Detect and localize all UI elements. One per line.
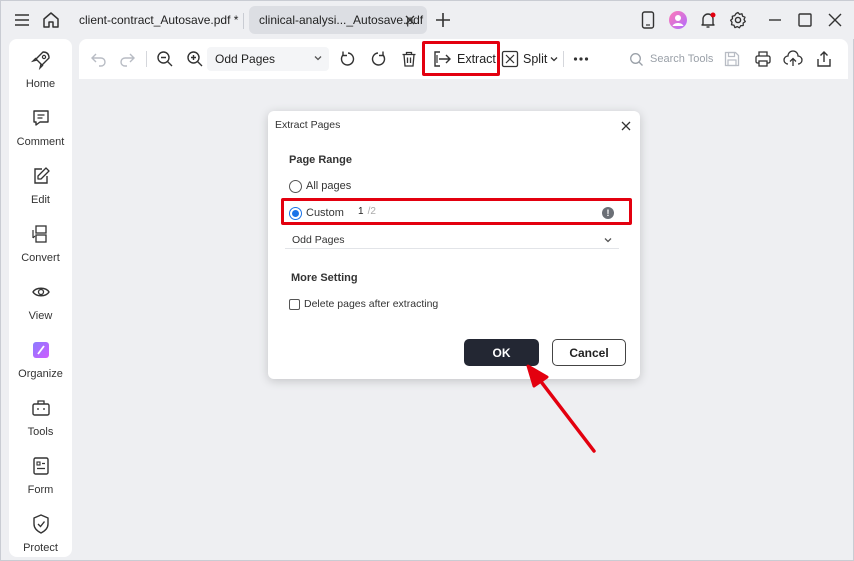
rotate-left-icon[interactable] bbox=[338, 49, 358, 69]
page-total: /2 bbox=[367, 206, 376, 217]
delete-after-extract-checkbox[interactable]: Delete pages after extracting bbox=[289, 298, 438, 310]
extract-pages-dialog: Extract Pages Page Range All pages Custo… bbox=[268, 111, 640, 379]
avatar[interactable] bbox=[668, 10, 688, 30]
rocket-icon bbox=[30, 51, 50, 71]
custom-range-input[interactable]: 1/2 bbox=[358, 206, 620, 220]
radio-button[interactable] bbox=[289, 206, 302, 220]
dialog-title: Extract Pages bbox=[275, 119, 341, 131]
sidebar-item-view[interactable]: View bbox=[9, 279, 72, 331]
custom-radio[interactable]: Custom bbox=[289, 205, 344, 221]
share-icon[interactable] bbox=[814, 49, 834, 69]
custom-label: Custom bbox=[306, 207, 344, 219]
toolbar-divider bbox=[146, 51, 147, 67]
sidebar-item-organize[interactable]: Organize bbox=[9, 337, 72, 389]
eye-icon bbox=[31, 287, 50, 297]
close-icon[interactable] bbox=[403, 13, 417, 27]
sidebar-item-convert[interactable]: Convert bbox=[9, 221, 72, 273]
toolbar-divider bbox=[563, 51, 564, 67]
search-tools-placeholder: Search Tools bbox=[650, 53, 714, 65]
close-window-icon[interactable] bbox=[825, 10, 845, 30]
page-subset-value: Odd Pages bbox=[215, 52, 276, 66]
toolbar: Odd Pages Extract Split Search Tools bbox=[79, 39, 848, 79]
custom-range-value: 1 bbox=[358, 206, 364, 217]
all-pages-label: All pages bbox=[306, 180, 352, 192]
organize-icon bbox=[32, 342, 49, 358]
tab-clinical-analysis[interactable]: clinical-analysi..._Autosave.pdf bbox=[249, 6, 427, 34]
convert-icon bbox=[31, 225, 47, 243]
left-sidebar: Home Comment Edit Convert View Organize … bbox=[9, 39, 72, 557]
cancel-button[interactable]: Cancel bbox=[552, 339, 626, 366]
print-icon[interactable] bbox=[753, 49, 773, 69]
sidebar-item-label: Protect bbox=[23, 542, 58, 554]
sidebar-item-label: Organize bbox=[18, 368, 63, 380]
chevron-down-icon bbox=[604, 238, 612, 243]
page-subset-select[interactable]: Odd Pages bbox=[207, 47, 329, 71]
tab-label: client-contract_Autosave.pdf * bbox=[79, 13, 239, 27]
new-tab-icon[interactable] bbox=[433, 10, 453, 30]
chevron-down-icon bbox=[550, 57, 558, 62]
save-icon[interactable] bbox=[722, 49, 742, 69]
home-icon[interactable] bbox=[41, 10, 61, 30]
sidebar-item-label: Convert bbox=[21, 252, 60, 264]
split-icon bbox=[501, 50, 519, 68]
page-subset-dropdown[interactable]: Odd Pages bbox=[285, 231, 619, 249]
close-icon[interactable] bbox=[620, 119, 632, 131]
sidebar-item-label: Comment bbox=[16, 136, 65, 148]
sidebar-item-tools[interactable]: Tools bbox=[9, 395, 72, 447]
checkbox[interactable] bbox=[289, 298, 300, 310]
extract-label: Extract bbox=[457, 52, 496, 66]
zoom-in-icon[interactable] bbox=[185, 49, 205, 69]
page-range-heading: Page Range bbox=[289, 154, 352, 166]
sidebar-item-comment[interactable]: Comment bbox=[9, 105, 72, 157]
more-setting-heading: More Setting bbox=[291, 272, 358, 284]
sidebar-item-protect[interactable]: Protect bbox=[9, 511, 72, 561]
app-window: client-contract_Autosave.pdf * clinical-… bbox=[0, 0, 854, 561]
delete-after-extract-label: Delete pages after extracting bbox=[304, 298, 439, 310]
rotate-right-icon[interactable] bbox=[368, 49, 388, 69]
sidebar-item-form[interactable]: Form bbox=[9, 453, 72, 505]
redo-icon[interactable] bbox=[117, 49, 137, 69]
search-tools-input[interactable]: Search Tools bbox=[629, 49, 713, 69]
form-icon bbox=[32, 457, 49, 475]
page-subset-value: Odd Pages bbox=[292, 234, 345, 246]
more-icon[interactable] bbox=[571, 49, 591, 69]
zoom-out-icon[interactable] bbox=[155, 49, 175, 69]
sidebar-item-label: Form bbox=[27, 484, 54, 496]
comment-icon bbox=[32, 110, 49, 126]
menu-icon[interactable] bbox=[12, 10, 32, 30]
shield-icon bbox=[32, 514, 49, 534]
info-icon[interactable]: ! bbox=[602, 207, 614, 219]
all-pages-radio[interactable]: All pages bbox=[289, 178, 351, 194]
delete-icon[interactable] bbox=[399, 49, 419, 69]
sidebar-item-label: Home bbox=[25, 78, 56, 90]
sidebar-item-home[interactable]: Home bbox=[9, 47, 72, 99]
tab-label: clinical-analysi..._Autosave.pdf bbox=[259, 13, 424, 27]
chevron-down-icon bbox=[314, 56, 322, 61]
radio-button[interactable] bbox=[289, 179, 302, 193]
undo-icon[interactable] bbox=[89, 49, 109, 69]
ok-button[interactable]: OK bbox=[464, 339, 539, 366]
title-bar: client-contract_Autosave.pdf * clinical-… bbox=[1, 1, 854, 39]
minimize-icon[interactable] bbox=[765, 10, 785, 30]
sidebar-item-label: Tools bbox=[27, 426, 54, 438]
tab-client-contract[interactable]: client-contract_Autosave.pdf * bbox=[69, 6, 241, 34]
edit-icon bbox=[33, 167, 50, 184]
maximize-icon[interactable] bbox=[795, 10, 815, 30]
sidebar-item-label: Edit bbox=[31, 194, 50, 206]
extract-button[interactable]: Extract bbox=[425, 43, 499, 75]
sidebar-item-edit[interactable]: Edit bbox=[9, 163, 72, 215]
split-label: Split bbox=[523, 52, 548, 66]
extract-icon bbox=[434, 51, 451, 67]
search-icon bbox=[630, 52, 643, 66]
mobile-icon[interactable] bbox=[638, 10, 658, 30]
bell-icon[interactable] bbox=[698, 10, 718, 30]
cloud-upload-icon[interactable] bbox=[783, 49, 803, 69]
toolbox-icon bbox=[31, 400, 50, 416]
tab-divider bbox=[243, 13, 244, 29]
gear-icon[interactable] bbox=[728, 10, 748, 30]
split-button[interactable]: Split bbox=[501, 48, 559, 70]
sidebar-item-label: View bbox=[28, 310, 53, 322]
